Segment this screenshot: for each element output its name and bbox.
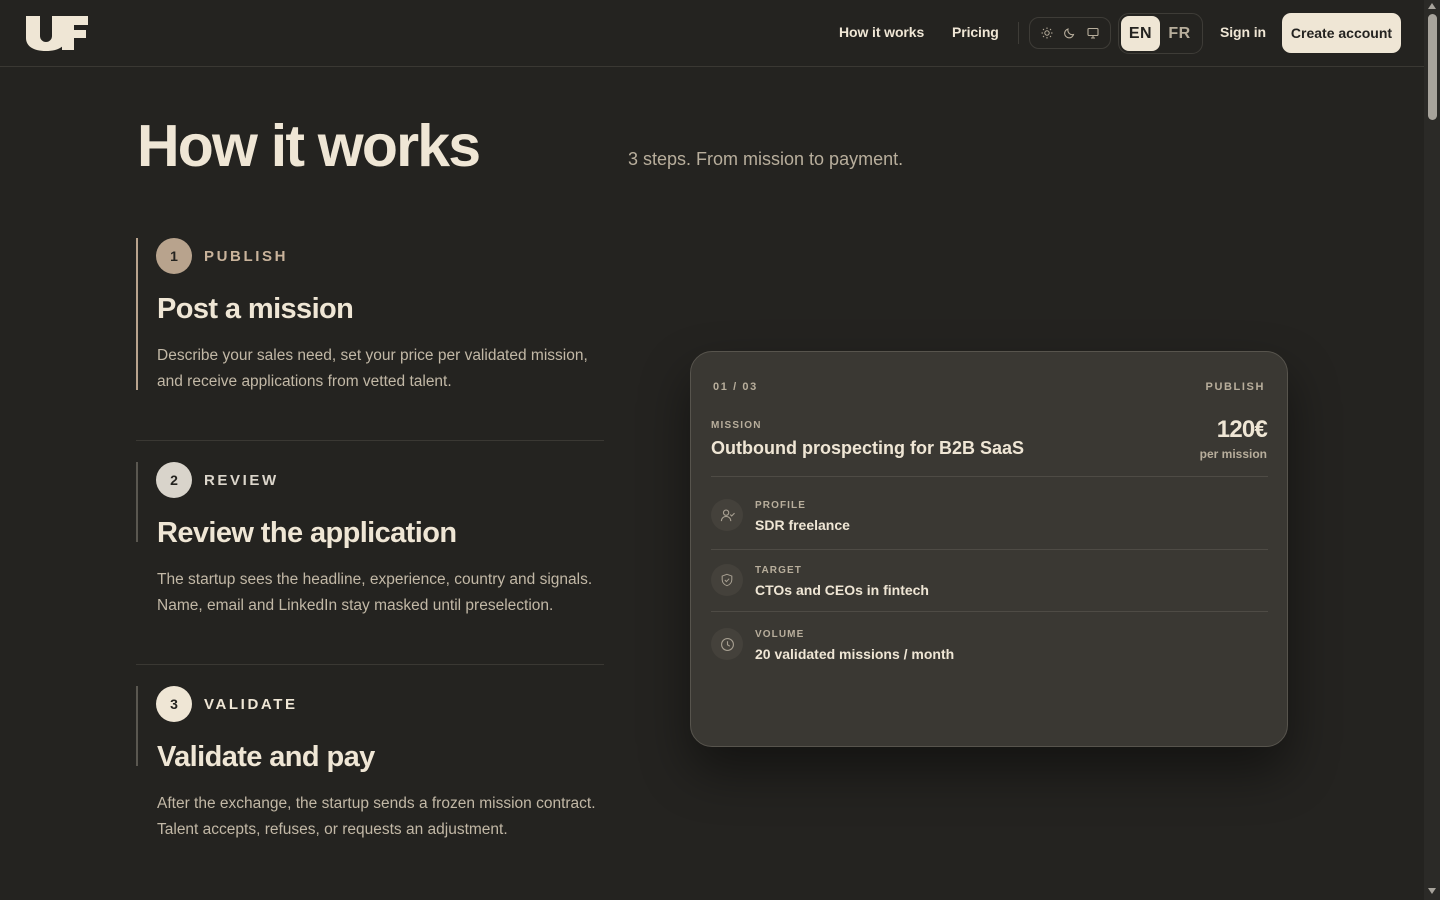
mission-label: MISSION [711, 420, 762, 431]
lang-en-button[interactable]: EN [1121, 16, 1160, 51]
step-indicator-bar [136, 238, 138, 390]
step-title: Validate and pay [157, 741, 375, 773]
sun-icon[interactable] [1037, 23, 1057, 43]
row-value: CTOs and CEOs in fintech [755, 582, 929, 598]
scroll-up-arrow-icon[interactable] [1428, 3, 1436, 9]
language-switcher: EN FR [1118, 13, 1203, 54]
step-number-badge: 1 [156, 238, 192, 274]
page-subtitle: 3 steps. From mission to payment. [628, 149, 904, 169]
scroll-down-arrow-icon[interactable] [1428, 888, 1436, 894]
step-validate[interactable]: 3 VALIDATE Validate and pay After the ex… [136, 686, 604, 838]
lang-fr-button[interactable]: FR [1160, 16, 1199, 51]
row-value: SDR freelance [755, 517, 850, 533]
theme-switcher [1029, 17, 1111, 49]
card-row-profile: PROFILE SDR freelance [711, 499, 1268, 539]
nav-how-it-works[interactable]: How it works [839, 24, 924, 40]
step-title: Review the application [157, 517, 457, 549]
scrollbar-track[interactable] [1424, 0, 1440, 900]
mission-price-unit: per mission [1199, 447, 1267, 461]
card-step-counter: 01 / 03 [713, 381, 758, 393]
card-stage-label: PUBLISH [1205, 381, 1265, 393]
moon-icon[interactable] [1060, 23, 1080, 43]
step-description: The startup sees the headline, experienc… [157, 571, 593, 614]
step-number-badge: 2 [156, 462, 192, 498]
shield-icon [711, 564, 743, 596]
step-title: Post a mission [157, 293, 354, 325]
logo-icon[interactable] [24, 14, 90, 52]
row-value: 20 validated missions / month [755, 646, 955, 662]
step-divider [136, 664, 604, 665]
card-divider [711, 611, 1268, 612]
mission-title: Outbound prospecting for B2B SaaS [711, 438, 1025, 458]
mission-price: 120€ [1216, 416, 1268, 443]
step-divider [136, 440, 604, 441]
clock-icon [711, 628, 743, 660]
step-indicator-bar [136, 462, 138, 542]
mission-preview-card: 01 / 03 PUBLISH MISSION Outbound prospec… [690, 351, 1288, 747]
row-label: VOLUME [755, 629, 805, 640]
card-divider [711, 476, 1268, 477]
step-kicker: VALIDATE [204, 696, 298, 713]
scrollbar-thumb[interactable] [1428, 14, 1437, 120]
step-publish[interactable]: 1 PUBLISH Post a mission Describe your s… [136, 238, 604, 390]
nav-divider [1018, 22, 1019, 44]
row-label: PROFILE [755, 500, 807, 511]
row-label: TARGET [755, 565, 802, 576]
card-row-target: TARGET CTOs and CEOs in fintech [711, 564, 1268, 604]
user-icon [711, 499, 743, 531]
monitor-icon[interactable] [1083, 23, 1103, 43]
sign-in-link[interactable]: Sign in [1220, 24, 1266, 40]
create-account-button[interactable]: Create account [1282, 13, 1401, 53]
step-number-badge: 3 [156, 686, 192, 722]
step-kicker: PUBLISH [204, 248, 289, 265]
step-indicator-bar [136, 686, 138, 766]
card-row-volume: VOLUME 20 validated missions / month [711, 628, 1268, 668]
nav-pricing[interactable]: Pricing [952, 24, 999, 40]
page-title: How it works [137, 113, 481, 179]
step-description: After the exchange, the startup sends a … [157, 795, 596, 838]
step-kicker: REVIEW [204, 472, 279, 489]
card-divider [711, 549, 1268, 550]
site-header: How it works Pricing EN FR Sign in Creat… [0, 0, 1424, 67]
step-description: Describe your sales need, set your price… [157, 347, 588, 390]
step-review[interactable]: 2 REVIEW Review the application The star… [136, 462, 604, 614]
